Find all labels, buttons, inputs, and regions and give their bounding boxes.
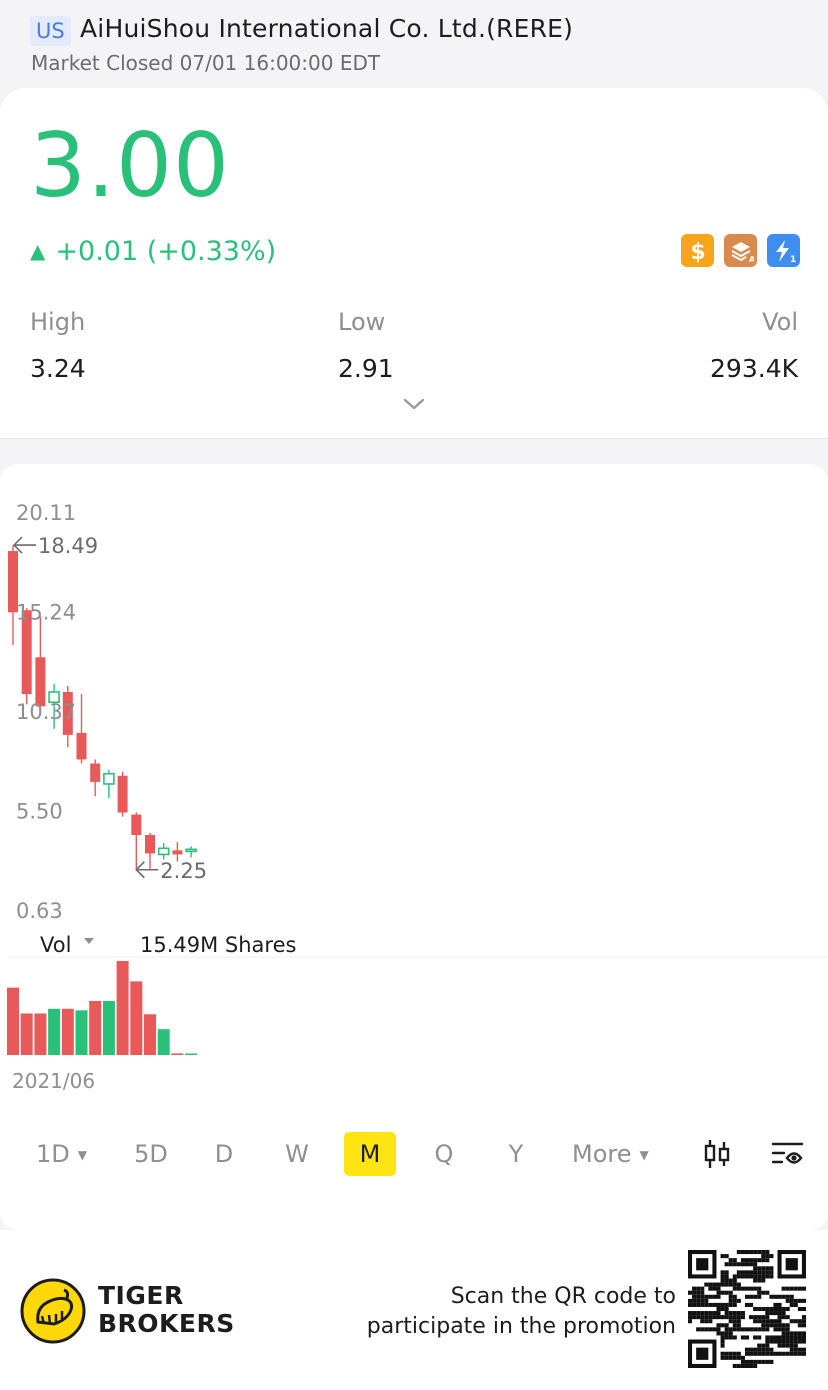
dollar-badge-icon[interactable]: $ xyxy=(681,234,714,267)
stat-value: 293.4K xyxy=(710,354,798,383)
stat-volume: Vol 293.4K xyxy=(710,308,798,383)
chevron-down-icon[interactable] xyxy=(402,396,426,415)
stat-value: 2.91 xyxy=(338,354,394,383)
stat-low: Low 2.91 xyxy=(338,308,394,383)
volume-bar xyxy=(20,1013,33,1055)
y-axis-label: 20.11 xyxy=(16,501,76,525)
period-label: 1D xyxy=(36,1140,70,1168)
candle-body xyxy=(90,763,101,782)
promo-line-2: participate in the promotion xyxy=(366,1314,676,1339)
candlestick-icon[interactable] xyxy=(700,1132,734,1176)
stack-badge-icon[interactable]: A xyxy=(724,234,757,267)
lightning-badge-icon[interactable]: 1 xyxy=(767,234,800,267)
candle-body xyxy=(157,847,170,856)
volume-value: 15.49M Shares xyxy=(140,933,296,957)
feature-badges: $ A 1 xyxy=(681,234,800,267)
candle-body xyxy=(117,775,128,813)
period-d[interactable]: D xyxy=(208,1132,240,1176)
volume-bar xyxy=(48,1008,61,1055)
volume-bar xyxy=(116,961,129,1055)
price-change-value: +0.01 (+0.33%) xyxy=(55,236,277,267)
candle-body xyxy=(103,772,115,785)
max-price-label: 18.49 xyxy=(38,534,98,558)
svg-text:$: $ xyxy=(690,240,705,264)
candle-body xyxy=(76,732,87,760)
period-q[interactable]: Q xyxy=(428,1132,460,1176)
stat-label: Vol xyxy=(762,308,798,336)
caret-down-icon: ▼ xyxy=(77,1148,87,1162)
chart-card: 20.11 15.24 10.37 5.50 0.63 18.49 2.25 Vol 15.49… xyxy=(0,464,828,1230)
promo-line-1: Scan the QR code to xyxy=(450,1284,676,1309)
period-y[interactable]: Y xyxy=(500,1132,532,1176)
volume-bar xyxy=(89,1000,102,1055)
svg-text:A: A xyxy=(749,255,754,264)
candle-body xyxy=(185,848,197,853)
volume-bar xyxy=(102,1000,115,1055)
indicator-settings-icon[interactable] xyxy=(768,1132,808,1176)
y-axis-label: 15.24 xyxy=(16,601,76,625)
candle-body xyxy=(145,835,155,854)
x-axis-start-label: 2021/06 xyxy=(12,1069,95,1093)
volume-bar xyxy=(34,1013,47,1055)
last-price: 3.00 xyxy=(30,114,230,217)
volume-bar xyxy=(144,1014,156,1055)
brand-line-1: TIGER xyxy=(98,1281,184,1310)
volume-bar xyxy=(7,987,19,1055)
period-1d[interactable]: 1D ▼ xyxy=(36,1132,87,1176)
stat-label: High xyxy=(30,308,86,336)
price-change: ▲ +0.01 (+0.33%) xyxy=(30,236,276,267)
candle-body xyxy=(172,850,183,855)
volume-bar xyxy=(75,1010,88,1055)
y-axis-label: 5.50 xyxy=(16,800,63,824)
volume-bar xyxy=(61,1008,74,1055)
y-axis-label: 10.37 xyxy=(16,700,76,724)
stat-label: Low xyxy=(338,308,386,336)
market-status: Market Closed 07/01 16:00:00 EDT xyxy=(31,51,381,75)
footer: TIGER BROKERS Scan the QR code to partic… xyxy=(0,1230,828,1390)
min-price-label: 2.25 xyxy=(160,859,207,883)
candle-body xyxy=(35,657,46,707)
stock-title: AiHuiShou International Co. Ltd.(RERE) xyxy=(80,14,574,43)
volume-dropdown-icon xyxy=(84,938,94,944)
period-label: More xyxy=(572,1140,632,1168)
qr-code-icon[interactable] xyxy=(688,1250,806,1368)
tiger-logo-icon xyxy=(20,1278,86,1348)
kline-chart[interactable]: 20.11 15.24 10.37 5.50 0.63 18.49 2.25 Vol 15.49… xyxy=(0,464,828,1104)
volume-indicator-label: Vol xyxy=(40,933,71,957)
volume-bar xyxy=(171,1053,184,1055)
y-axis-label: 0.63 xyxy=(16,899,63,923)
up-triangle-icon: ▲ xyxy=(30,239,46,263)
stat-value: 3.24 xyxy=(30,354,86,383)
period-5d[interactable]: 5D xyxy=(126,1132,176,1176)
volume-bar xyxy=(185,1053,198,1055)
header: US AiHuiShou International Co. Ltd.(RERE… xyxy=(0,0,828,88)
period-m[interactable]: M xyxy=(344,1132,396,1176)
period-selector: 1D ▼ 5D D W M Q Y More ▼ xyxy=(0,1132,828,1178)
brand-line-2: BROKERS xyxy=(98,1309,235,1338)
volume-bar xyxy=(157,1029,170,1055)
market-badge: US xyxy=(30,16,71,46)
quote-card: 3.00 ▲ +0.01 (+0.33%) $ A 1 High 3.24 Low xyxy=(0,88,828,438)
promo-text: Scan the QR code to participate in the p… xyxy=(367,1282,676,1342)
period-more[interactable]: More ▼ xyxy=(572,1132,649,1176)
svg-text:1: 1 xyxy=(790,255,796,264)
section-divider xyxy=(0,438,828,439)
period-w[interactable]: W xyxy=(280,1132,314,1176)
candle-body xyxy=(131,814,142,836)
volume-bar xyxy=(130,981,143,1055)
brand-name: TIGER BROKERS xyxy=(98,1282,235,1338)
caret-down-icon: ▼ xyxy=(639,1148,649,1162)
stat-high: High 3.24 xyxy=(30,308,86,383)
